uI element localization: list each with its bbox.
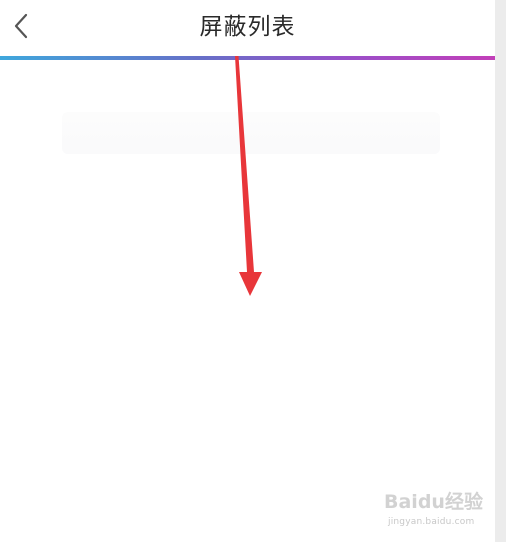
- baidu-watermark-logo: Baidu经验: [384, 490, 484, 513]
- empty-list-placeholder: [62, 112, 440, 154]
- blocked-list-screen: 屏蔽列表 Baidu经验 jingyan.baidu.com: [0, 0, 506, 542]
- annotation-arrow: [235, 56, 262, 296]
- watermark-brand: Baidu经验: [384, 490, 484, 513]
- watermark: Baidu经验 jingyan.baidu.com: [384, 484, 492, 532]
- header-gradient-divider: [0, 56, 495, 60]
- page-title: 屏蔽列表: [199, 14, 296, 40]
- arrow-shape: [235, 56, 262, 296]
- scrollbar-track: [495, 0, 506, 542]
- watermark-domain: jingyan.baidu.com: [388, 517, 475, 527]
- app-header: 屏蔽列表: [0, 0, 495, 56]
